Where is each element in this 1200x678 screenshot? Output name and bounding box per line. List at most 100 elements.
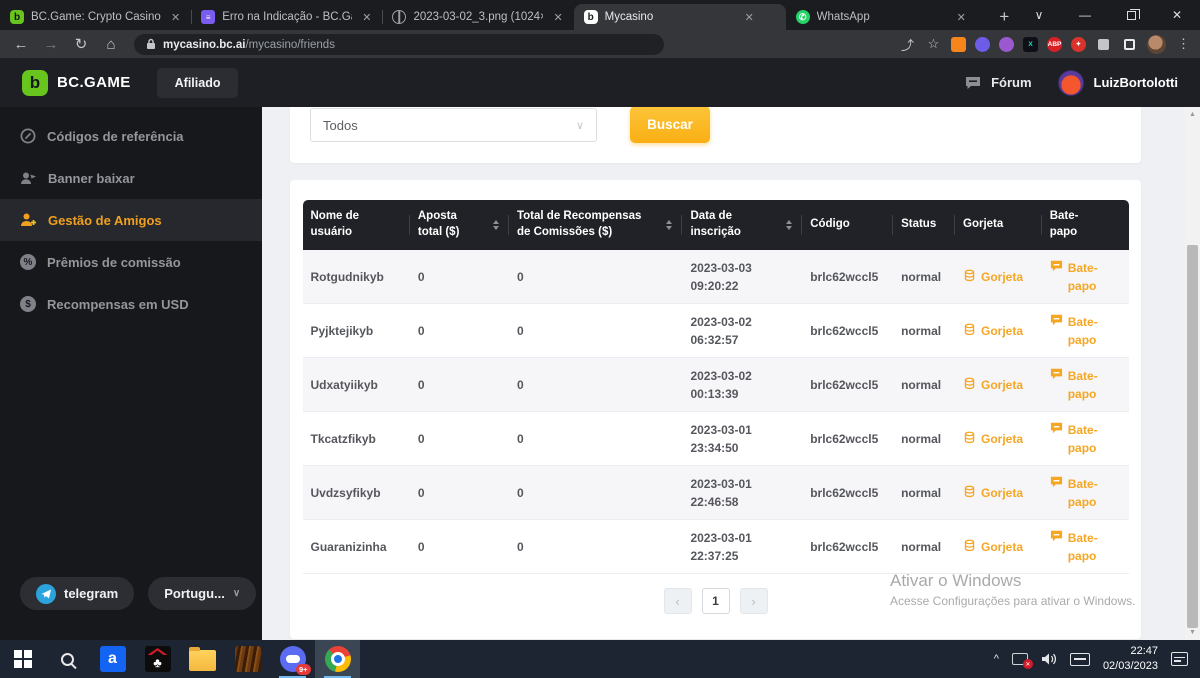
column-header-label: Código xyxy=(810,217,850,233)
tip-link[interactable]: Gorjeta xyxy=(955,268,1042,286)
tip-link[interactable]: Gorjeta xyxy=(955,322,1042,340)
sidebar-item-commission-rewards[interactable]: % Prêmios de comissão xyxy=(0,241,262,283)
browser-tab[interactable]: ✆ WhatsApp ✕ xyxy=(786,4,989,30)
sidebar-item-banner-download[interactable]: Banner baixar xyxy=(0,157,262,199)
whatsapp-favicon-icon: ✆ xyxy=(796,10,810,24)
bcgame-favicon-icon: b xyxy=(584,10,598,24)
taskbar-clock[interactable]: 22:47 02/03/2023 xyxy=(1103,644,1158,674)
touch-keyboard-icon[interactable] xyxy=(1070,653,1090,666)
taskbar-amd-app[interactable]: a xyxy=(90,640,135,678)
tab-close-icon[interactable]: ✕ xyxy=(168,10,183,25)
browser-tab[interactable]: 2023-03-02_3.png (1024×76 ✕ xyxy=(382,4,573,30)
extensions-puzzle-icon[interactable] xyxy=(1095,36,1112,53)
network-error-icon[interactable] xyxy=(1012,653,1028,665)
username[interactable]: LuizBortolotti xyxy=(1094,75,1178,90)
extension-adblock-icon[interactable]: ABP xyxy=(1047,37,1062,52)
home-button[interactable]: ⌂ xyxy=(98,36,124,53)
extension-blocker-hand-icon[interactable]: ✦ xyxy=(1071,37,1086,52)
coins-icon xyxy=(963,269,976,282)
sidebar-item-friends-management[interactable]: Gestão de Amigos xyxy=(0,199,262,241)
tip-link[interactable]: Gorjeta xyxy=(955,484,1042,502)
extension-phantom-icon[interactable] xyxy=(975,37,990,52)
taskbar-file-explorer[interactable] xyxy=(180,640,225,678)
chat-link[interactable]: Bate-papo xyxy=(1042,475,1129,511)
chat-link[interactable]: Bate-papo xyxy=(1042,259,1129,295)
column-header-label: Gorjeta xyxy=(963,217,1003,233)
share-icon[interactable]: ⤴ xyxy=(899,36,916,53)
sidebar-item-usd-rewards[interactable]: $ Recompensas em USD xyxy=(0,283,262,325)
chat-link[interactable]: Bate-papo xyxy=(1042,313,1129,349)
browser-menu-icon[interactable]: ⋮ xyxy=(1175,36,1192,53)
minimize-button[interactable]: — xyxy=(1062,0,1108,30)
filter-select[interactable]: Todos ∨ xyxy=(310,108,597,142)
page-scrollbar[interactable]: ▲ ▼ xyxy=(1185,107,1200,640)
telegram-button[interactable]: telegram xyxy=(20,577,134,610)
scroll-down-icon[interactable]: ▼ xyxy=(1185,625,1200,640)
bcgame-logo-icon[interactable]: b xyxy=(22,70,48,96)
cell-username: Guaranizinha xyxy=(303,538,410,556)
taskbar-discord-app[interactable]: 9+ xyxy=(270,640,315,678)
action-center-icon[interactable] xyxy=(1171,652,1188,666)
chat-link[interactable]: Bate-papo xyxy=(1042,529,1129,565)
sidebar-item-referral-codes[interactable]: Códigos de referência xyxy=(0,115,262,157)
cell-code: brlc62wccl5 xyxy=(802,376,893,394)
cell-status: normal xyxy=(893,484,955,502)
nav-affiliate[interactable]: Afiliado xyxy=(157,68,239,98)
tab-close-icon[interactable]: ✕ xyxy=(550,10,565,25)
forum-link[interactable]: Fórum xyxy=(991,75,1031,90)
pagination-next-button[interactable]: › xyxy=(740,588,768,614)
user-avatar[interactable] xyxy=(1058,70,1084,96)
sort-icon[interactable] xyxy=(786,220,794,230)
tip-link[interactable]: Gorjeta xyxy=(955,430,1042,448)
scroll-up-icon[interactable]: ▲ xyxy=(1185,107,1200,122)
window-controls: ∨ — ✕ xyxy=(1016,0,1200,30)
tab-close-icon[interactable]: ✕ xyxy=(359,10,374,25)
extension-square-icon[interactable] xyxy=(1121,36,1138,53)
restore-button[interactable] xyxy=(1108,0,1154,30)
taskbar-search-button[interactable] xyxy=(45,640,90,678)
start-button[interactable] xyxy=(0,640,45,678)
tip-link[interactable]: Gorjeta xyxy=(955,538,1042,556)
tray-expand-icon[interactable]: ^ xyxy=(994,653,999,665)
close-window-button[interactable]: ✕ xyxy=(1154,0,1200,30)
tab-search-icon[interactable]: ∨ xyxy=(1016,0,1062,30)
browser-tab[interactable]: ≡ Erro na Indicação - BC.Game ✕ xyxy=(191,4,382,30)
column-header-label: Data de inscrição xyxy=(690,209,776,240)
extension-metamask-icon[interactable] xyxy=(951,37,966,52)
search-button[interactable]: Buscar xyxy=(630,107,710,143)
tab-close-icon[interactable]: ✕ xyxy=(742,10,757,25)
extension-exchange-icon[interactable]: X xyxy=(1023,37,1038,52)
sort-icon[interactable] xyxy=(666,220,674,230)
language-selector[interactable]: Portugu... ∨ xyxy=(148,577,256,610)
new-tab-button[interactable]: + xyxy=(993,4,1016,30)
tip-link[interactable]: Gorjeta xyxy=(955,376,1042,394)
extension-purple-icon[interactable] xyxy=(999,37,1014,52)
tab-close-icon[interactable]: ✕ xyxy=(954,10,969,25)
chat-link[interactable]: Bate-papo xyxy=(1042,367,1129,403)
sort-icon[interactable] xyxy=(493,220,501,230)
scrollbar-thumb[interactable] xyxy=(1187,245,1198,628)
taskbar-chrome-app[interactable] xyxy=(315,640,360,678)
chat-link[interactable]: Bate-papo xyxy=(1042,421,1129,457)
taskbar-game-app[interactable] xyxy=(225,640,270,678)
column-header[interactable]: Data de inscrição xyxy=(682,200,802,250)
browser-tab-active[interactable]: b Mycasino ✕ xyxy=(574,4,786,30)
windows-activation-watermark: Ativar o Windows Acesse Configurações pa… xyxy=(890,571,1135,608)
column-header[interactable]: Aposta total ($) xyxy=(410,200,509,250)
back-button[interactable]: ← xyxy=(8,36,34,53)
brand-title[interactable]: BC.GAME xyxy=(57,74,131,91)
volume-icon[interactable] xyxy=(1041,652,1057,666)
profile-avatar[interactable] xyxy=(1147,35,1166,54)
sidebar-item-label: Códigos de referência xyxy=(47,129,184,144)
reload-button[interactable]: ↻ xyxy=(68,35,94,53)
taskbar-poker-app[interactable]: ♣ xyxy=(135,640,180,678)
pagination-prev-button[interactable]: ‹ xyxy=(664,588,692,614)
forward-button[interactable]: → xyxy=(38,36,64,53)
browser-tab[interactable]: b BC.Game: Crypto Casino Gam ✕ xyxy=(0,4,191,30)
column-header[interactable]: Total de Recompensas de Comissões ($) xyxy=(509,200,682,250)
cell-username: Pyjktejikyb xyxy=(303,322,410,340)
table-row: Udxatyiikyb002023-03-0200:13:39brlc62wcc… xyxy=(303,358,1129,412)
address-bar[interactable]: mycasino.bc.ai/mycasino/friends xyxy=(134,34,664,55)
bookmark-star-icon[interactable]: ☆ xyxy=(925,36,942,53)
pagination-current-page[interactable]: 1 xyxy=(702,588,730,614)
